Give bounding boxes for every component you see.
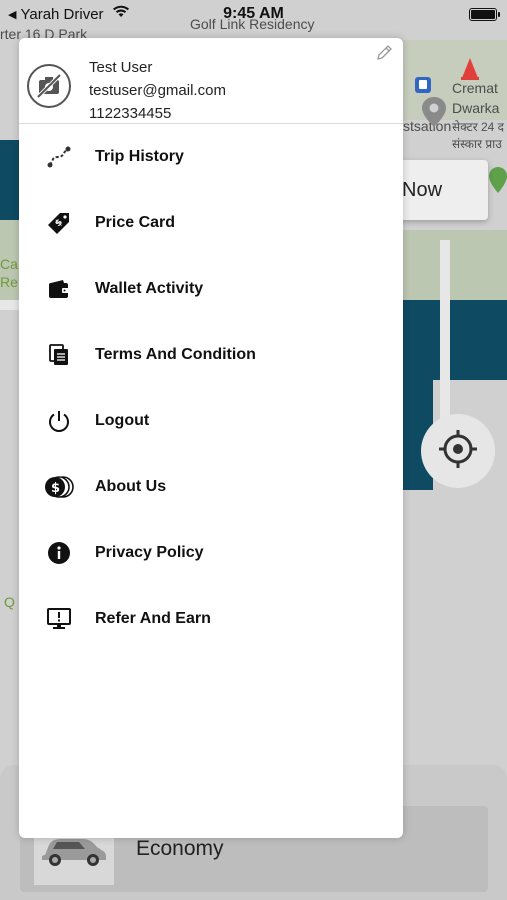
power-icon [19, 409, 99, 433]
coins-icon: $ [19, 476, 99, 498]
profile-email: testuser@gmail.com [89, 82, 226, 99]
vehicle-name: Economy [136, 837, 224, 860]
svg-text:$: $ [51, 481, 60, 496]
current-location-button[interactable] [421, 414, 495, 488]
pencil-icon [375, 44, 393, 67]
menu-item-about-us[interactable]: $ About Us [19, 454, 403, 520]
status-bar: ◀ Yarah Driver 9:45 AM [0, 0, 507, 28]
menu-item-wallet-activity[interactable]: Wallet Activity [19, 256, 403, 322]
crosshair-icon [437, 428, 479, 475]
back-arrow-icon[interactable]: ◀ [8, 8, 16, 21]
menu-item-refer-earn[interactable]: Refer And Earn [19, 586, 403, 652]
menu-item-label: Price Card [95, 214, 176, 231]
no-photo-icon[interactable] [27, 64, 71, 108]
book-now-label: Now [402, 178, 443, 201]
menu-item-privacy-policy[interactable]: Privacy Policy [19, 520, 403, 586]
map-label: सेक्टर 24 द [452, 120, 504, 134]
menu-item-label: Refer And Earn [95, 610, 211, 627]
wifi-icon [112, 5, 130, 23]
info-icon [19, 541, 99, 565]
menu-item-logout[interactable]: Logout [19, 388, 403, 454]
map-label: Q [4, 594, 15, 610]
map-label: Ca [0, 256, 18, 272]
route-icon [19, 145, 99, 169]
map-label: Re [0, 274, 18, 290]
map-label: संस्कार प्राउ [452, 137, 502, 151]
profile-phone: 1122334455 [89, 105, 172, 122]
menu-item-label: Privacy Policy [95, 544, 204, 561]
menu-item-label: About Us [95, 478, 167, 495]
menu-item-terms[interactable]: Terms And Condition [19, 322, 403, 388]
menu-item-label: Wallet Activity [95, 280, 204, 297]
price-tag-icon: $ [19, 211, 99, 235]
wallet-icon [19, 279, 99, 299]
battery-icon [469, 7, 500, 21]
map-label: Dwarka [452, 100, 500, 116]
profile-name: Test User [89, 59, 153, 76]
menu-item-label: Trip History [95, 148, 184, 165]
park-pin-icon [488, 166, 507, 199]
back-app-label[interactable]: Yarah Driver [20, 6, 103, 23]
side-drawer: Test User testuser@gmail.com 1122334455 … [19, 38, 403, 838]
fire-station-icon [458, 56, 482, 87]
menu-item-price-card[interactable]: $ Price Card [19, 190, 403, 256]
profile-header: Test User testuser@gmail.com 1122334455 [19, 38, 403, 124]
menu-item-label: Logout [95, 412, 150, 429]
map-pin-icon [421, 96, 447, 133]
monitor-alert-icon [19, 608, 99, 630]
menu-item-trip-history[interactable]: Trip History [19, 124, 403, 190]
edit-profile-button[interactable] [373, 44, 395, 66]
documents-icon [19, 344, 99, 366]
drawer-menu: Trip History $ Price Card Wallet Activit… [19, 124, 403, 652]
menu-item-label: Terms And Condition [95, 346, 256, 363]
